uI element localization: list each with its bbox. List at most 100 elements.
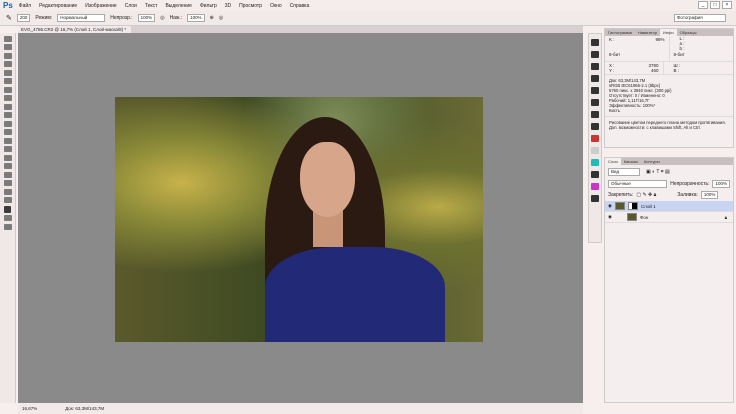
document-image[interactable] <box>115 97 483 342</box>
eraser-tool-icon[interactable] <box>4 120 12 127</box>
flow-field[interactable]: 100% <box>187 14 205 22</box>
pressure-size-icon[interactable]: ◎ <box>219 15 223 21</box>
tab-paths[interactable]: Контуры <box>641 158 663 165</box>
tab-layers[interactable]: Слои <box>605 158 621 165</box>
layer-opacity-field[interactable]: 100% <box>712 180 730 188</box>
layer-name: Слой 1 <box>640 203 656 209</box>
screen-mode-icon[interactable] <box>4 223 12 230</box>
layer-mask-thumbnail[interactable] <box>627 202 638 210</box>
filter-icons[interactable]: ▣ ◐ T ⌗ ▤ <box>646 169 670 175</box>
blend-mode-select[interactable]: Обычные <box>608 180 668 188</box>
eyedropper-tool-icon[interactable] <box>4 78 12 84</box>
brush-size[interactable]: 200 <box>16 14 31 22</box>
tab-swatches[interactable]: Образцы <box>677 29 700 36</box>
brush-tool-icon[interactable] <box>4 95 12 101</box>
healing-tool-icon[interactable] <box>4 86 12 93</box>
move-tool-icon[interactable] <box>4 35 12 42</box>
layer-thumbnail <box>626 213 637 221</box>
minimize-button[interactable]: _ <box>698 1 708 9</box>
tab-info[interactable]: Инфо <box>660 29 677 36</box>
document-tab[interactable]: EVG_4786.CR2 @ 16,7% (Слой 1, Слой-маска… <box>18 26 131 33</box>
lock-label: Закрепить: <box>608 192 634 198</box>
zoom-level[interactable]: 16,67% <box>22 406 37 411</box>
menu-image[interactable]: Изображение <box>85 3 117 9</box>
menu-text[interactable]: Текст <box>145 3 158 9</box>
menu-view[interactable]: Просмотр <box>239 3 262 9</box>
eye-icon[interactable]: ◉ <box>608 203 612 209</box>
actions-icon[interactable] <box>591 51 599 58</box>
menu-bar: Ps Файл Редактирование Изображение Слои … <box>0 0 736 11</box>
options-bar: ✎ 200 Режим: Нормальный Непрозр.: 100% ◎… <box>0 11 736 26</box>
shape-tool-icon[interactable] <box>4 180 12 186</box>
tab-histogram[interactable]: Гистограмма <box>605 29 635 36</box>
channels-color-icon[interactable] <box>591 183 599 190</box>
panel-icon-strip <box>588 33 602 243</box>
pressure-opacity-icon[interactable]: ◎ <box>160 15 164 21</box>
menu-window[interactable]: Окно <box>270 3 282 9</box>
color-icon[interactable] <box>591 135 599 142</box>
quick-select-tool-icon[interactable] <box>4 61 12 67</box>
brush-icon[interactable]: ✎ <box>6 14 12 22</box>
fill-field[interactable]: 100% <box>700 191 719 199</box>
info-detail: Кисть <box>609 108 620 113</box>
fill-label: Заливка: <box>677 192 698 198</box>
menu-layers[interactable]: Слои <box>125 3 137 9</box>
menu-filter[interactable]: Фильтр <box>200 3 217 9</box>
layers-panel: Слои Каналы Контуры Вид ▣ ◐ T ⌗ ▤ Обычны… <box>604 157 734 403</box>
brush-panel-icon[interactable] <box>591 63 599 70</box>
opacity-label: Непрозрачность: <box>670 181 710 187</box>
zoom-tool-icon[interactable] <box>4 197 12 203</box>
color-swatches-icon[interactable] <box>4 205 11 213</box>
y-label: Y : <box>609 68 615 73</box>
lab-b: b : <box>679 46 685 51</box>
type-tool-icon[interactable] <box>4 163 12 169</box>
tab-channels[interactable]: Каналы <box>621 158 641 165</box>
menu-3d[interactable]: 3D <box>225 3 231 9</box>
tools-panel <box>0 33 16 403</box>
flow-label: Наж.: <box>169 15 183 21</box>
menu-help[interactable]: Справка <box>290 3 310 9</box>
menu-file[interactable]: Файл <box>19 3 31 9</box>
menu-edit[interactable]: Редактирование <box>39 3 77 9</box>
hand-tool-icon[interactable] <box>4 188 12 195</box>
styles-icon[interactable] <box>591 111 599 118</box>
crop-tool-icon[interactable] <box>4 69 12 76</box>
adjustments-icon[interactable] <box>591 159 599 166</box>
history-icon[interactable] <box>591 39 599 46</box>
tool-presets-icon[interactable] <box>591 99 599 106</box>
eye-icon[interactable]: ◉ <box>608 214 612 220</box>
bit-depth-right: 8-бит <box>673 52 685 57</box>
swatches-icon[interactable] <box>591 147 599 154</box>
tab-navigator[interactable]: Навигатор <box>635 29 660 36</box>
gradient-tool-icon[interactable] <box>4 129 12 135</box>
workspace-select[interactable]: Фотография <box>674 14 726 22</box>
layer-row[interactable]: ◉ Слой 1 <box>605 201 733 212</box>
paragraph-icon[interactable] <box>591 123 599 130</box>
clone-source-icon[interactable] <box>591 87 599 94</box>
marquee-tool-icon[interactable] <box>4 44 12 50</box>
qr-icon[interactable] <box>591 171 599 178</box>
3d-icon[interactable] <box>591 195 599 202</box>
layer-row[interactable]: ◉ Фон 🔒︎ <box>605 212 733 223</box>
opacity-field[interactable]: 100% <box>137 14 156 22</box>
menu-select[interactable]: Выделение <box>165 3 192 9</box>
lasso-tool-icon[interactable] <box>4 52 12 59</box>
stamp-tool-icon[interactable] <box>4 103 12 110</box>
path-select-tool-icon[interactable] <box>4 171 12 178</box>
quick-mask-icon[interactable] <box>4 215 12 221</box>
layer-filter-select[interactable]: Вид <box>608 168 640 176</box>
status-bar: 16,67% Док: 63,3M/143,7M <box>18 403 583 414</box>
brush-presets-icon[interactable] <box>591 75 599 82</box>
mode-select[interactable]: Нормальный <box>57 14 106 22</box>
doc-size: Док: 63,3M/143,7M <box>65 406 105 411</box>
close-button[interactable]: × <box>722 1 732 9</box>
maximize-button[interactable]: □ <box>710 1 720 9</box>
history-brush-tool-icon[interactable] <box>4 112 12 118</box>
dodge-tool-icon[interactable] <box>4 146 12 152</box>
airbrush-icon[interactable]: ⊕ <box>210 15 214 21</box>
opacity-label: Непрозр.: <box>110 15 133 21</box>
lock-icons[interactable]: ▢ ✎ ✥ 🔒︎ <box>636 192 656 198</box>
image-face <box>300 142 355 217</box>
blur-tool-icon[interactable] <box>4 137 12 144</box>
pen-tool-icon[interactable] <box>4 154 12 161</box>
